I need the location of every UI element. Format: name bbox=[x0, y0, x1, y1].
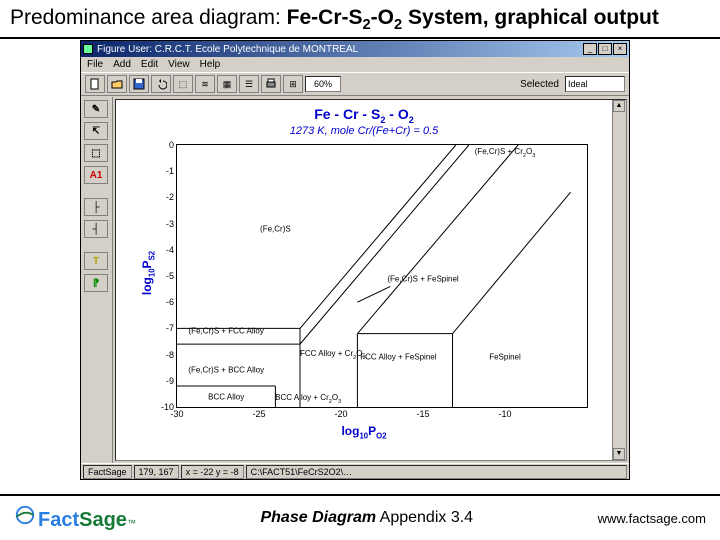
titlebar[interactable]: Figure User: C.R.C.T. Ecole Polytechniqu… bbox=[81, 41, 629, 57]
save-button[interactable] bbox=[129, 75, 149, 93]
phase-region-label: (Fe,Cr)S + Cr2O3 bbox=[475, 147, 536, 159]
phase-region-label: FCC Alloy + FeSpinel bbox=[360, 353, 436, 362]
y-tick: -9 bbox=[166, 376, 177, 386]
scroll-down-icon[interactable]: ▼ bbox=[613, 448, 625, 460]
menu-file[interactable]: File bbox=[87, 59, 103, 70]
phase-region-label: BCC Alloy + Cr2O3 bbox=[275, 393, 341, 405]
y-tick: 0 bbox=[169, 140, 177, 150]
open-button[interactable] bbox=[107, 75, 127, 93]
window-title: Figure User: C.R.C.T. Ecole Polytechniqu… bbox=[97, 44, 358, 55]
undo-button[interactable] bbox=[151, 75, 171, 93]
y-tick: -8 bbox=[166, 350, 177, 360]
palette-pencil[interactable]: ✎ bbox=[84, 100, 108, 118]
slide-footer: FactSage™ Phase Diagram Appendix 3.4 www… bbox=[0, 494, 720, 540]
y-tick: -5 bbox=[166, 271, 177, 281]
y-tick: -6 bbox=[166, 297, 177, 307]
tool-button-8[interactable]: ☰ bbox=[239, 75, 259, 93]
palette-axis-left[interactable]: ├ bbox=[84, 198, 108, 216]
y-axis-label: log10PS2 bbox=[140, 251, 156, 295]
scroll-up-icon[interactable]: ▲ bbox=[613, 100, 625, 112]
status-coords: 179, 167 bbox=[134, 465, 179, 479]
selected-label: Selected bbox=[516, 79, 563, 90]
y-tick: -3 bbox=[166, 219, 177, 229]
plot-canvas: Fe - Cr - S2 - O2 1273 K, mole Cr/(Fe+Cr… bbox=[115, 99, 627, 461]
menu-view[interactable]: View bbox=[168, 59, 190, 70]
tool-button-6[interactable]: ≋ bbox=[195, 75, 215, 93]
phase-region-label: (Fe,Cr)S + FeSpinel bbox=[387, 274, 458, 283]
selected-field[interactable]: Ideal bbox=[565, 76, 625, 92]
vertical-scrollbar[interactable]: ▲ ▼ bbox=[612, 100, 626, 460]
y-tick: -2 bbox=[166, 192, 177, 202]
palette-legend[interactable]: ⁋ bbox=[84, 274, 108, 292]
palette-select[interactable]: ⬚ bbox=[84, 144, 108, 162]
statusbar: FactSage 179, 167 x = -22 y = -8 C:\FACT… bbox=[81, 463, 629, 479]
x-tick: -15 bbox=[416, 407, 429, 419]
logo-globe-icon bbox=[14, 504, 36, 526]
print-button[interactable] bbox=[261, 75, 281, 93]
workspace: ✎ ↸ ⬚ A1 ├ ┤ T ⁋ Fe - Cr - S2 - O2 1273 … bbox=[81, 97, 629, 463]
app-icon bbox=[83, 44, 93, 54]
menu-edit[interactable]: Edit bbox=[141, 59, 158, 70]
status-path: C:\FACT51\FeCrS2O2\… bbox=[246, 465, 627, 479]
phase-region-label: (Fe,Cr)S bbox=[260, 224, 291, 233]
y-tick: -1 bbox=[166, 166, 177, 176]
maximize-button[interactable]: □ bbox=[598, 43, 612, 55]
phase-region-label: BCC Alloy bbox=[208, 392, 244, 401]
palette-text[interactable]: A1 bbox=[84, 166, 108, 184]
menu-help[interactable]: Help bbox=[200, 59, 221, 70]
x-tick: -25 bbox=[252, 407, 265, 419]
plot: Fe - Cr - S2 - O2 1273 K, mole Cr/(Fe+Cr… bbox=[120, 104, 608, 442]
x-tick: -10 bbox=[498, 407, 511, 419]
tool-button-7[interactable]: ▦ bbox=[217, 75, 237, 93]
phase-region-label: (Fe,Cr)S + BCC Alloy bbox=[188, 366, 264, 375]
chart-area: 0-1-2-3-4-5-6-7-8-9-10-30-25-20-15-10(Fe… bbox=[176, 144, 588, 408]
phase-region-label: FCC Alloy + Cr2O3 bbox=[300, 349, 366, 361]
footer-url: www.factsage.com bbox=[598, 511, 706, 526]
palette-pointer[interactable]: ↸ bbox=[84, 122, 108, 140]
status-xy: x = -22 y = -8 bbox=[181, 465, 244, 479]
minimize-button[interactable]: _ bbox=[583, 43, 597, 55]
palette-axis-right[interactable]: ┤ bbox=[84, 220, 108, 238]
new-button[interactable] bbox=[85, 75, 105, 93]
phase-region-label: (Fe,Cr)S + FCC Alloy bbox=[189, 327, 264, 336]
figure-window: Figure User: C.R.C.T. Ecole Polytechniqu… bbox=[80, 40, 630, 480]
tool-button-10[interactable]: ⊞ bbox=[283, 75, 303, 93]
x-tick: -30 bbox=[170, 407, 183, 419]
status-app: FactSage bbox=[83, 465, 132, 479]
toolbar: ⬚ ≋ ▦ ☰ ⊞ 60% Selected Ideal bbox=[81, 72, 629, 96]
tool-palette: ✎ ↸ ⬚ A1 ├ ┤ T ⁋ bbox=[81, 97, 113, 463]
tool-button-5[interactable]: ⬚ bbox=[173, 75, 193, 93]
plot-subtitle: 1273 K, mole Cr/(Fe+Cr) = 0.5 bbox=[120, 125, 608, 137]
plot-title: Fe - Cr - S2 - O2 bbox=[120, 106, 608, 125]
menubar: File Add Edit View Help bbox=[81, 57, 629, 72]
x-axis-label: log10PO2 bbox=[120, 424, 608, 440]
y-tick: -4 bbox=[166, 245, 177, 255]
palette-label-tool[interactable]: T bbox=[84, 252, 108, 270]
title-prefix: Predominance area diagram: bbox=[10, 6, 287, 29]
slide-title: Predominance area diagram: Fe-Cr-S2-O2 S… bbox=[0, 0, 720, 39]
zoom-field[interactable]: 60% bbox=[305, 76, 341, 92]
y-tick: -7 bbox=[166, 323, 177, 333]
factsage-logo: FactSage™ bbox=[14, 504, 136, 532]
phase-region-label: FeSpinel bbox=[489, 353, 521, 362]
menu-add[interactable]: Add bbox=[113, 59, 131, 70]
footer-center: Phase Diagram Appendix 3.4 bbox=[260, 509, 473, 527]
x-tick: -20 bbox=[334, 407, 347, 419]
close-button[interactable]: × bbox=[613, 43, 627, 55]
